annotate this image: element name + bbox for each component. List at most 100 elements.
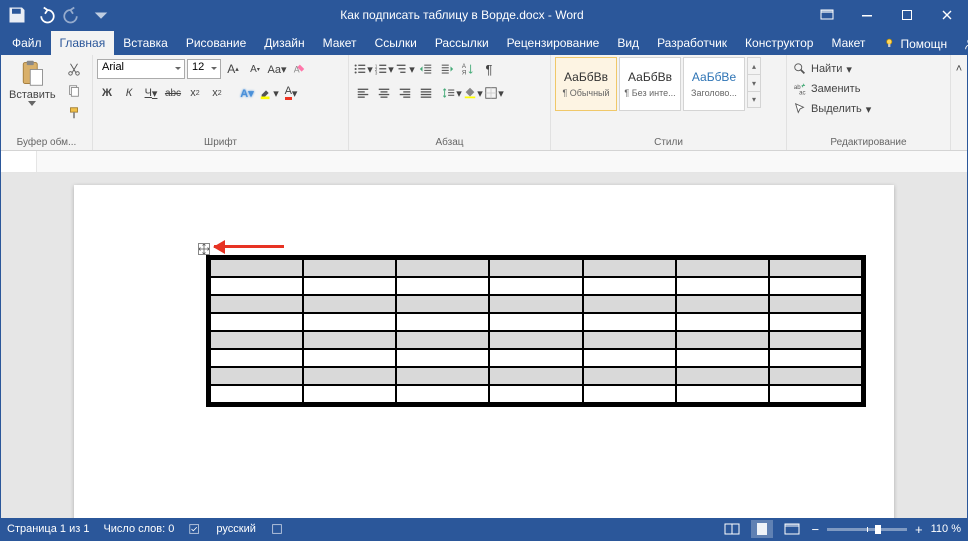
table-cell[interactable] bbox=[769, 295, 862, 313]
change-case-icon[interactable]: Aa▾ bbox=[267, 59, 287, 79]
table-cell[interactable] bbox=[303, 367, 396, 385]
table-cell[interactable] bbox=[583, 367, 676, 385]
table-cell[interactable] bbox=[489, 349, 582, 367]
table-cell[interactable] bbox=[303, 277, 396, 295]
table-cell[interactable] bbox=[676, 349, 769, 367]
table-cell[interactable] bbox=[396, 349, 489, 367]
numbering-icon[interactable]: 123▾ bbox=[374, 59, 394, 79]
table-cell[interactable] bbox=[489, 367, 582, 385]
font-size-select[interactable]: 12 bbox=[187, 59, 221, 79]
ruler[interactable] bbox=[1, 151, 967, 173]
table-cell[interactable] bbox=[489, 331, 582, 349]
multilevel-list-icon[interactable]: ▾ bbox=[395, 59, 415, 79]
table-cell[interactable] bbox=[676, 277, 769, 295]
ribbon-display-options-icon[interactable] bbox=[807, 1, 847, 29]
table-cell[interactable] bbox=[583, 295, 676, 313]
style-no-spacing[interactable]: АаБбВв ¶ Без инте... bbox=[619, 57, 681, 111]
status-macro-icon[interactable] bbox=[270, 522, 284, 536]
table-row[interactable] bbox=[210, 313, 862, 331]
align-center-icon[interactable] bbox=[374, 83, 394, 103]
styles-scroll-up-icon[interactable]: ▴ bbox=[747, 57, 761, 74]
increase-indent-icon[interactable] bbox=[437, 59, 457, 79]
table-cell[interactable] bbox=[583, 385, 676, 403]
font-name-select[interactable]: Arial bbox=[97, 59, 185, 79]
table-cell[interactable] bbox=[396, 313, 489, 331]
grow-font-icon[interactable]: A▴ bbox=[223, 59, 243, 79]
shading-icon[interactable]: ▾ bbox=[463, 83, 483, 103]
collapse-ribbon-icon[interactable]: ˄ bbox=[951, 59, 967, 79]
bullets-icon[interactable]: ▾ bbox=[353, 59, 373, 79]
borders-icon[interactable]: ▾ bbox=[484, 83, 504, 103]
table-cell[interactable] bbox=[583, 277, 676, 295]
clear-formatting-icon[interactable]: A bbox=[289, 59, 309, 79]
select-button[interactable]: Выделить ▾ bbox=[791, 99, 873, 119]
zoom-in-button[interactable]: + bbox=[915, 522, 923, 537]
table-cell[interactable] bbox=[583, 349, 676, 367]
font-color-icon[interactable]: A▾ bbox=[281, 83, 301, 103]
document-table[interactable] bbox=[206, 255, 866, 407]
table-row[interactable] bbox=[210, 259, 862, 277]
table-cell[interactable] bbox=[583, 259, 676, 277]
bold-button[interactable]: Ж bbox=[97, 83, 117, 103]
table-cell[interactable] bbox=[769, 367, 862, 385]
table-cell[interactable] bbox=[210, 313, 303, 331]
table-cell[interactable] bbox=[489, 259, 582, 277]
close-icon[interactable] bbox=[927, 1, 967, 29]
status-language[interactable]: русский bbox=[216, 523, 255, 535]
table-cell[interactable] bbox=[303, 385, 396, 403]
table-cell[interactable] bbox=[210, 295, 303, 313]
table-cell[interactable] bbox=[489, 385, 582, 403]
table-row[interactable] bbox=[210, 331, 862, 349]
tab-layout[interactable]: Макет bbox=[314, 31, 366, 55]
find-button[interactable]: Найти ▾ bbox=[791, 59, 854, 79]
table-cell[interactable] bbox=[676, 259, 769, 277]
justify-icon[interactable] bbox=[416, 83, 436, 103]
table-cell[interactable] bbox=[769, 349, 862, 367]
table-cell[interactable] bbox=[303, 259, 396, 277]
view-web-layout-icon[interactable] bbox=[781, 520, 803, 538]
table-cell[interactable] bbox=[489, 277, 582, 295]
show-marks-icon[interactable]: ¶ bbox=[479, 59, 499, 79]
superscript-icon[interactable]: x2 bbox=[207, 83, 227, 103]
style-heading1[interactable]: АаБбВе Заголово... bbox=[683, 57, 745, 111]
style-normal[interactable]: АаБбВв ¶ Обычный bbox=[555, 57, 617, 111]
replace-button[interactable]: abac Заменить bbox=[791, 79, 862, 99]
align-left-icon[interactable] bbox=[353, 83, 373, 103]
table-cell[interactable] bbox=[210, 349, 303, 367]
table-cell[interactable] bbox=[676, 313, 769, 331]
table-cell[interactable] bbox=[396, 331, 489, 349]
format-painter-icon[interactable] bbox=[64, 103, 84, 123]
sort-icon[interactable]: AЯ bbox=[458, 59, 478, 79]
tab-table-layout[interactable]: Макет bbox=[822, 31, 874, 55]
tab-insert[interactable]: Вставка bbox=[114, 31, 177, 55]
table-cell[interactable] bbox=[303, 331, 396, 349]
tab-review[interactable]: Рецензирование bbox=[498, 31, 609, 55]
subscript-icon[interactable]: x2 bbox=[185, 83, 205, 103]
maximize-icon[interactable] bbox=[887, 1, 927, 29]
table-cell[interactable] bbox=[396, 385, 489, 403]
cut-icon[interactable] bbox=[64, 59, 84, 79]
table-cell[interactable] bbox=[489, 295, 582, 313]
tab-design[interactable]: Дизайн bbox=[255, 31, 313, 55]
table-cell[interactable] bbox=[676, 331, 769, 349]
view-read-mode-icon[interactable] bbox=[721, 520, 743, 538]
table-cell[interactable] bbox=[769, 385, 862, 403]
table-cell[interactable] bbox=[676, 385, 769, 403]
qat-customize-icon[interactable] bbox=[91, 5, 111, 25]
underline-button[interactable]: Ч▾ bbox=[141, 83, 161, 103]
table-cell[interactable] bbox=[489, 313, 582, 331]
copy-icon[interactable] bbox=[64, 81, 84, 101]
share-button[interactable] bbox=[953, 33, 968, 55]
styles-gallery-scroll[interactable]: ▴ ▾ ▾ bbox=[747, 57, 761, 108]
table-cell[interactable] bbox=[210, 277, 303, 295]
status-proofing-icon[interactable] bbox=[188, 522, 202, 536]
table-row[interactable] bbox=[210, 349, 862, 367]
zoom-out-button[interactable]: − bbox=[811, 522, 819, 537]
view-print-layout-icon[interactable] bbox=[751, 520, 773, 538]
table-cell[interactable] bbox=[396, 277, 489, 295]
tab-draw[interactable]: Рисование bbox=[177, 31, 255, 55]
table-cell[interactable] bbox=[396, 367, 489, 385]
tab-developer[interactable]: Разработчик bbox=[648, 31, 736, 55]
table-row[interactable] bbox=[210, 295, 862, 313]
table-cell[interactable] bbox=[769, 277, 862, 295]
